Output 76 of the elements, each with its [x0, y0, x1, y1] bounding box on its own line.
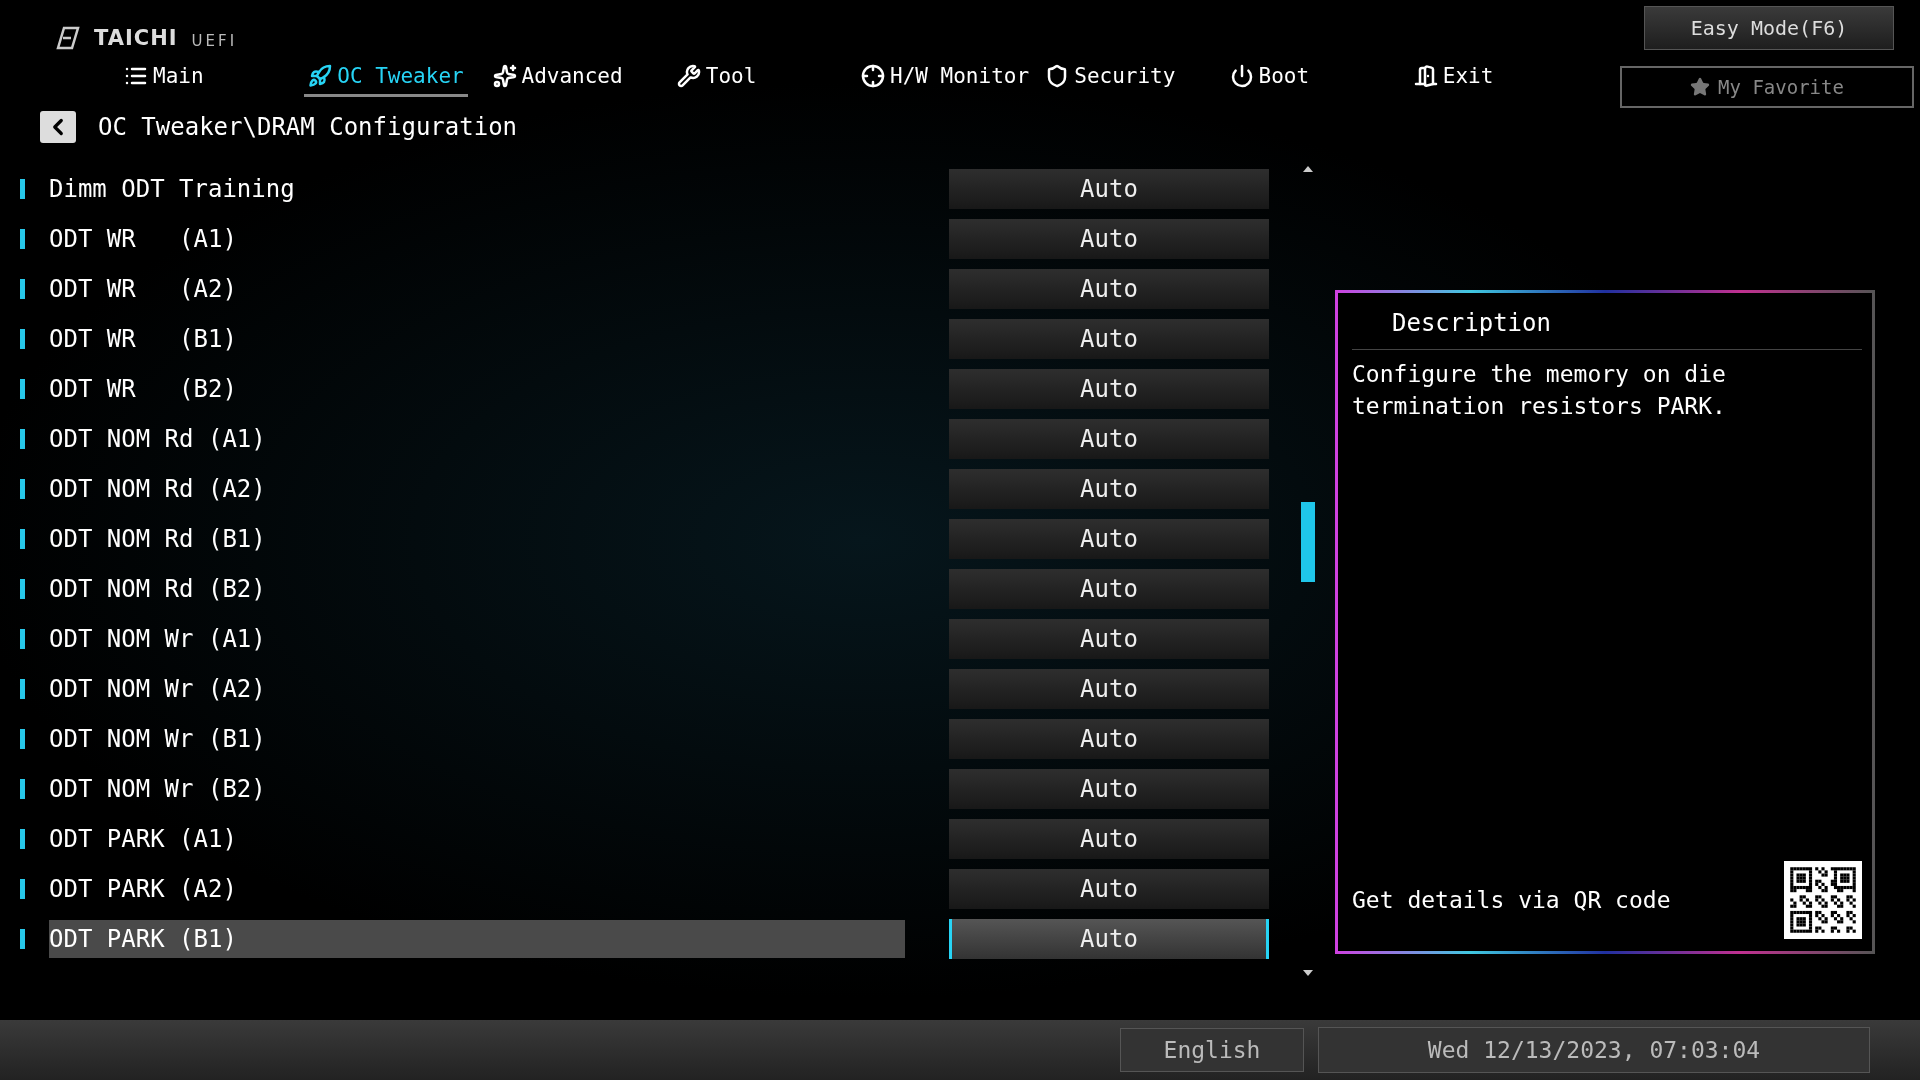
setting-label[interactable]: Dimm ODT Training	[49, 170, 905, 208]
setting-value-button[interactable]: Auto	[949, 569, 1269, 609]
wrench-icon	[676, 64, 701, 88]
setting-label[interactable]: ODT NOM Wr (A2)	[49, 670, 905, 708]
easy-mode-button[interactable]: Easy Mode(F6)	[1644, 6, 1894, 50]
row-marker	[20, 629, 25, 649]
setting-label[interactable]: ODT NOM Wr (B1)	[49, 720, 905, 758]
back-button[interactable]	[40, 111, 76, 143]
power-icon	[1229, 64, 1254, 88]
nav-tab[interactable]: Main	[120, 62, 208, 97]
setting-label[interactable]: ODT WR (B1)	[49, 320, 905, 358]
door-icon	[1413, 64, 1438, 88]
row-marker	[20, 779, 25, 799]
row-marker	[20, 529, 25, 549]
setting-value-button[interactable]: Auto	[949, 619, 1269, 659]
row-marker	[20, 679, 25, 699]
setting-label[interactable]: ODT PARK (A1)	[49, 820, 905, 858]
setting-label[interactable]: ODT NOM Wr (A1)	[49, 620, 905, 658]
breadcrumb: OC Tweaker\DRAM Configuration	[98, 113, 518, 141]
setting-value-button[interactable]: Auto	[949, 819, 1269, 859]
setting-label[interactable]: ODT NOM Rd (A2)	[49, 470, 905, 508]
setting-value-button[interactable]: Auto	[949, 669, 1269, 709]
setting-value-button[interactable]: Auto	[949, 519, 1269, 559]
row-marker	[20, 929, 25, 949]
nav-tab[interactable]: Boot	[1225, 62, 1314, 97]
row-marker	[20, 729, 25, 749]
setting-value-button[interactable]: Auto	[949, 469, 1269, 509]
setting-value-button[interactable]: Auto	[949, 219, 1269, 259]
row-marker	[20, 179, 25, 199]
nav-tab[interactable]: H/W Monitor	[857, 62, 1034, 97]
setting-value-button[interactable]: Auto	[949, 369, 1269, 409]
setting-label[interactable]: ODT WR (A1)	[49, 220, 905, 258]
description-text: Configure the memory on die termination resistors PARK.	[1352, 360, 1727, 421]
setting-value-button[interactable]: Auto	[949, 169, 1269, 209]
nav-tab[interactable]: Exit	[1409, 62, 1498, 97]
setting-label[interactable]: ODT NOM Rd (A1)	[49, 420, 905, 458]
date-time: Wed 12/13/2023, 07:03:04	[1318, 1027, 1870, 1073]
sparkle-icon	[492, 64, 517, 88]
qr-caption: Get details via QR code	[1352, 887, 1671, 913]
brand-logo: TAICHI	[94, 26, 178, 50]
row-marker	[20, 379, 25, 399]
star-icon	[1690, 77, 1711, 97]
row-marker	[20, 229, 25, 249]
row-marker	[20, 579, 25, 599]
row-marker	[20, 429, 25, 449]
row-marker	[20, 829, 25, 849]
setting-label[interactable]: ODT WR (B2)	[49, 370, 905, 408]
crosshair-icon	[861, 64, 885, 88]
logo-icon	[54, 26, 80, 50]
setting-value-button[interactable]: Auto	[949, 869, 1269, 909]
setting-value-button[interactable]: Auto	[949, 919, 1269, 959]
setting-value-button[interactable]: Auto	[949, 319, 1269, 359]
setting-label[interactable]: ODT WR (A2)	[49, 270, 905, 308]
language-button[interactable]: English	[1120, 1028, 1304, 1072]
panel-title: Description	[1352, 293, 1862, 350]
setting-label[interactable]: ODT PARK (B1)	[49, 920, 905, 958]
nav-tab[interactable]: Security	[1041, 62, 1180, 97]
my-favorite-button[interactable]: My Favorite	[1620, 66, 1914, 108]
setting-value-button[interactable]: Auto	[949, 769, 1269, 809]
nav-tab[interactable]: OC Tweaker	[304, 62, 468, 97]
row-marker	[20, 279, 25, 299]
setting-label[interactable]: ODT PARK (A2)	[49, 870, 905, 908]
nav-tab[interactable]: Advanced	[488, 62, 627, 97]
scrollbar[interactable]	[1301, 166, 1315, 976]
row-marker	[20, 329, 25, 349]
nav-tab[interactable]: Tool	[672, 62, 761, 97]
setting-label[interactable]: ODT NOM Wr (B2)	[49, 770, 905, 808]
setting-value-button[interactable]: Auto	[949, 269, 1269, 309]
setting-value-button[interactable]: Auto	[949, 719, 1269, 759]
rocket-icon	[308, 64, 333, 88]
row-marker	[20, 479, 25, 499]
setting-label[interactable]: ODT NOM Rd (B1)	[49, 520, 905, 558]
row-marker	[20, 879, 25, 899]
brand-suffix: UEFI	[191, 32, 238, 50]
setting-label[interactable]: ODT NOM Rd (B2)	[49, 570, 905, 608]
setting-value-button[interactable]: Auto	[949, 419, 1269, 459]
